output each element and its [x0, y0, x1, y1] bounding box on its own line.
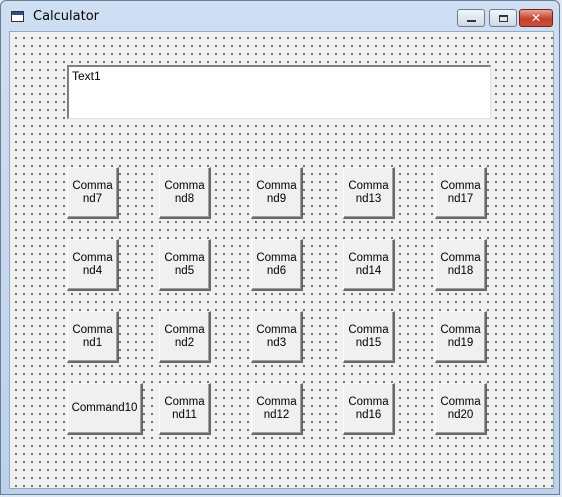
command3-button[interactable]: Command3	[251, 311, 303, 363]
command19-button[interactable]: Command19	[435, 311, 487, 363]
command7-button[interactable]: Command7	[67, 167, 119, 219]
text1-textbox[interactable]: Text1	[67, 65, 491, 119]
command9-button[interactable]: Command9	[251, 167, 303, 219]
minimize-button[interactable]	[457, 9, 485, 27]
close-button[interactable]: ✕	[519, 9, 553, 27]
command14-button[interactable]: Command14	[343, 239, 395, 291]
command11-button[interactable]: Command11	[159, 383, 211, 435]
command15-button[interactable]: Command15	[343, 311, 395, 363]
command6-button[interactable]: Command6	[251, 239, 303, 291]
window-title: Calculator	[33, 9, 100, 24]
command2-button[interactable]: Command2	[159, 311, 211, 363]
form-icon	[11, 11, 24, 22]
command13-button[interactable]: Command13	[343, 167, 395, 219]
command18-button[interactable]: Command18	[435, 239, 487, 291]
command17-button[interactable]: Command17	[435, 167, 487, 219]
command1-button[interactable]: Command1	[67, 311, 119, 363]
form-design-surface[interactable]: Text1 Command7 Command8 Command9 Command…	[9, 31, 554, 489]
title-bar[interactable]: Calculator ✕	[1, 1, 559, 31]
maximize-icon	[498, 14, 508, 22]
command20-button[interactable]: Command20	[435, 383, 487, 435]
calculator-window: Calculator ✕ Text1 Command7 Command8 Com…	[0, 0, 560, 495]
close-icon: ✕	[530, 11, 542, 25]
command10-button[interactable]: Command10	[67, 383, 143, 435]
minimize-icon	[466, 20, 476, 22]
command16-button[interactable]: Command16	[343, 383, 395, 435]
command4-button[interactable]: Command4	[67, 239, 119, 291]
command12-button[interactable]: Command12	[251, 383, 303, 435]
command5-button[interactable]: Command5	[159, 239, 211, 291]
command8-button[interactable]: Command8	[159, 167, 211, 219]
maximize-button[interactable]	[489, 9, 517, 27]
